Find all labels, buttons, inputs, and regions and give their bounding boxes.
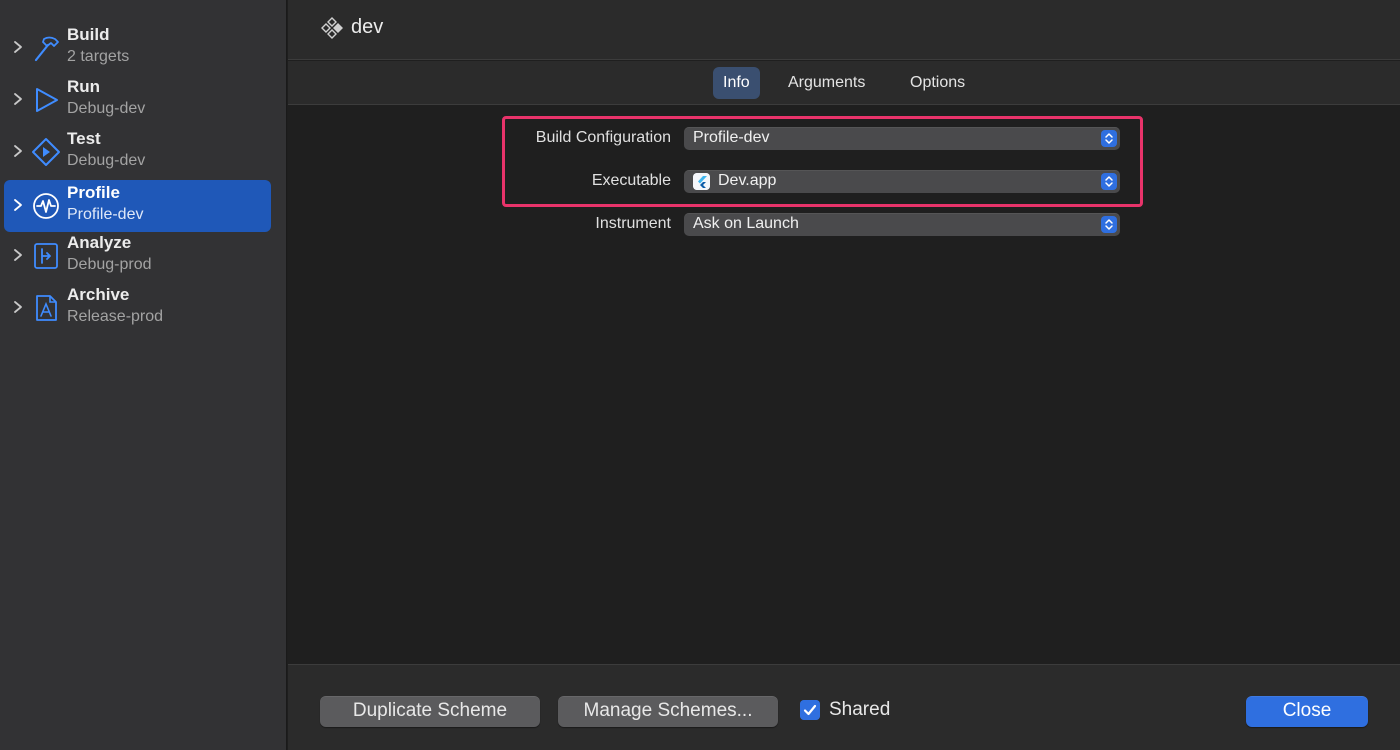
sidebar-item-title: Archive [67,285,130,304]
scheme-detail-pane: dev Info Arguments Options Build Configu… [288,0,1400,750]
chevron-right-icon[interactable] [12,300,24,314]
sidebar-item-subtitle: Debug-dev [67,152,146,169]
tab-info[interactable]: Info [713,67,760,99]
flutter-app-icon [693,173,710,190]
instrument-popup[interactable]: Ask on Launch [684,213,1120,236]
scheme-tabs: Info Arguments Options [288,61,1400,105]
scheme-header: dev [288,0,1400,60]
sidebar-item-subtitle: Debug-dev [67,100,146,117]
scheme-name: dev [351,16,384,38]
sidebar-item-analyze[interactable]: Analyze Debug-prod [4,230,271,282]
chevron-right-icon[interactable] [12,248,24,262]
duplicate-scheme-button[interactable]: Duplicate Scheme [320,696,540,727]
shared-label[interactable]: Shared [829,699,890,721]
tab-options[interactable]: Options [900,67,975,99]
analyze-icon [34,243,58,269]
instrument-label: Instrument [595,215,671,232]
close-button[interactable]: Close [1246,696,1368,727]
sidebar-item-subtitle: Debug-prod [67,256,152,273]
sidebar-item-run[interactable]: Run Debug-dev [4,74,271,126]
sidebar-item-test[interactable]: Test Debug-dev [4,126,271,178]
sidebar-item-archive[interactable]: Archive Release-prod [4,282,271,334]
instrument-value: Ask on Launch [693,215,799,232]
chevron-right-icon[interactable] [12,144,24,158]
manage-schemes-button[interactable]: Manage Schemes... [558,696,778,727]
sidebar-item-title: Test [67,129,101,148]
scheme-actions-sidebar: Build 2 targets Run Debug-dev Test Debug… [0,0,287,750]
build-configuration-label: Build Configuration [535,129,671,146]
chevron-right-icon[interactable] [12,92,24,106]
archive-app-icon [36,295,57,321]
sidebar-item-subtitle: Release-prod [67,308,164,325]
waveform-gauge-icon [33,193,59,219]
scheme-diamonds-icon [321,17,343,39]
sidebar-item-title: Run [67,77,101,96]
scheme-footer: Duplicate Scheme Manage Schemes... Share… [288,664,1400,750]
build-configuration-popup[interactable]: Profile-dev [684,127,1120,150]
tab-arguments[interactable]: Arguments [778,67,875,99]
chevron-up-down-icon [1101,173,1117,190]
sidebar-item-build[interactable]: Build 2 targets [4,22,271,74]
executable-value: Dev.app [718,172,777,189]
chevron-up-down-icon [1101,216,1117,233]
build-configuration-value: Profile-dev [693,129,770,146]
chevron-right-icon[interactable] [12,198,24,212]
scheme-editor-window: Build 2 targets Run Debug-dev Test Debug… [0,0,1400,750]
play-icon [36,88,58,112]
sidebar-item-subtitle: 2 targets [67,48,130,65]
shared-checkbox[interactable] [800,700,820,720]
sidebar-item-subtitle: Profile-dev [67,206,144,223]
executable-label: Executable [591,172,671,189]
test-diamond-icon [32,138,60,166]
sidebar-item-profile[interactable]: Profile Profile-dev [4,180,271,232]
chevron-right-icon[interactable] [12,40,24,54]
chevron-up-down-icon [1101,130,1117,147]
executable-popup[interactable]: Dev.app [684,170,1120,193]
sidebar-item-title: Build [67,25,110,44]
hammer-icon [34,36,59,62]
sidebar-item-title: Analyze [67,233,132,252]
sidebar-item-title: Profile [67,183,120,202]
